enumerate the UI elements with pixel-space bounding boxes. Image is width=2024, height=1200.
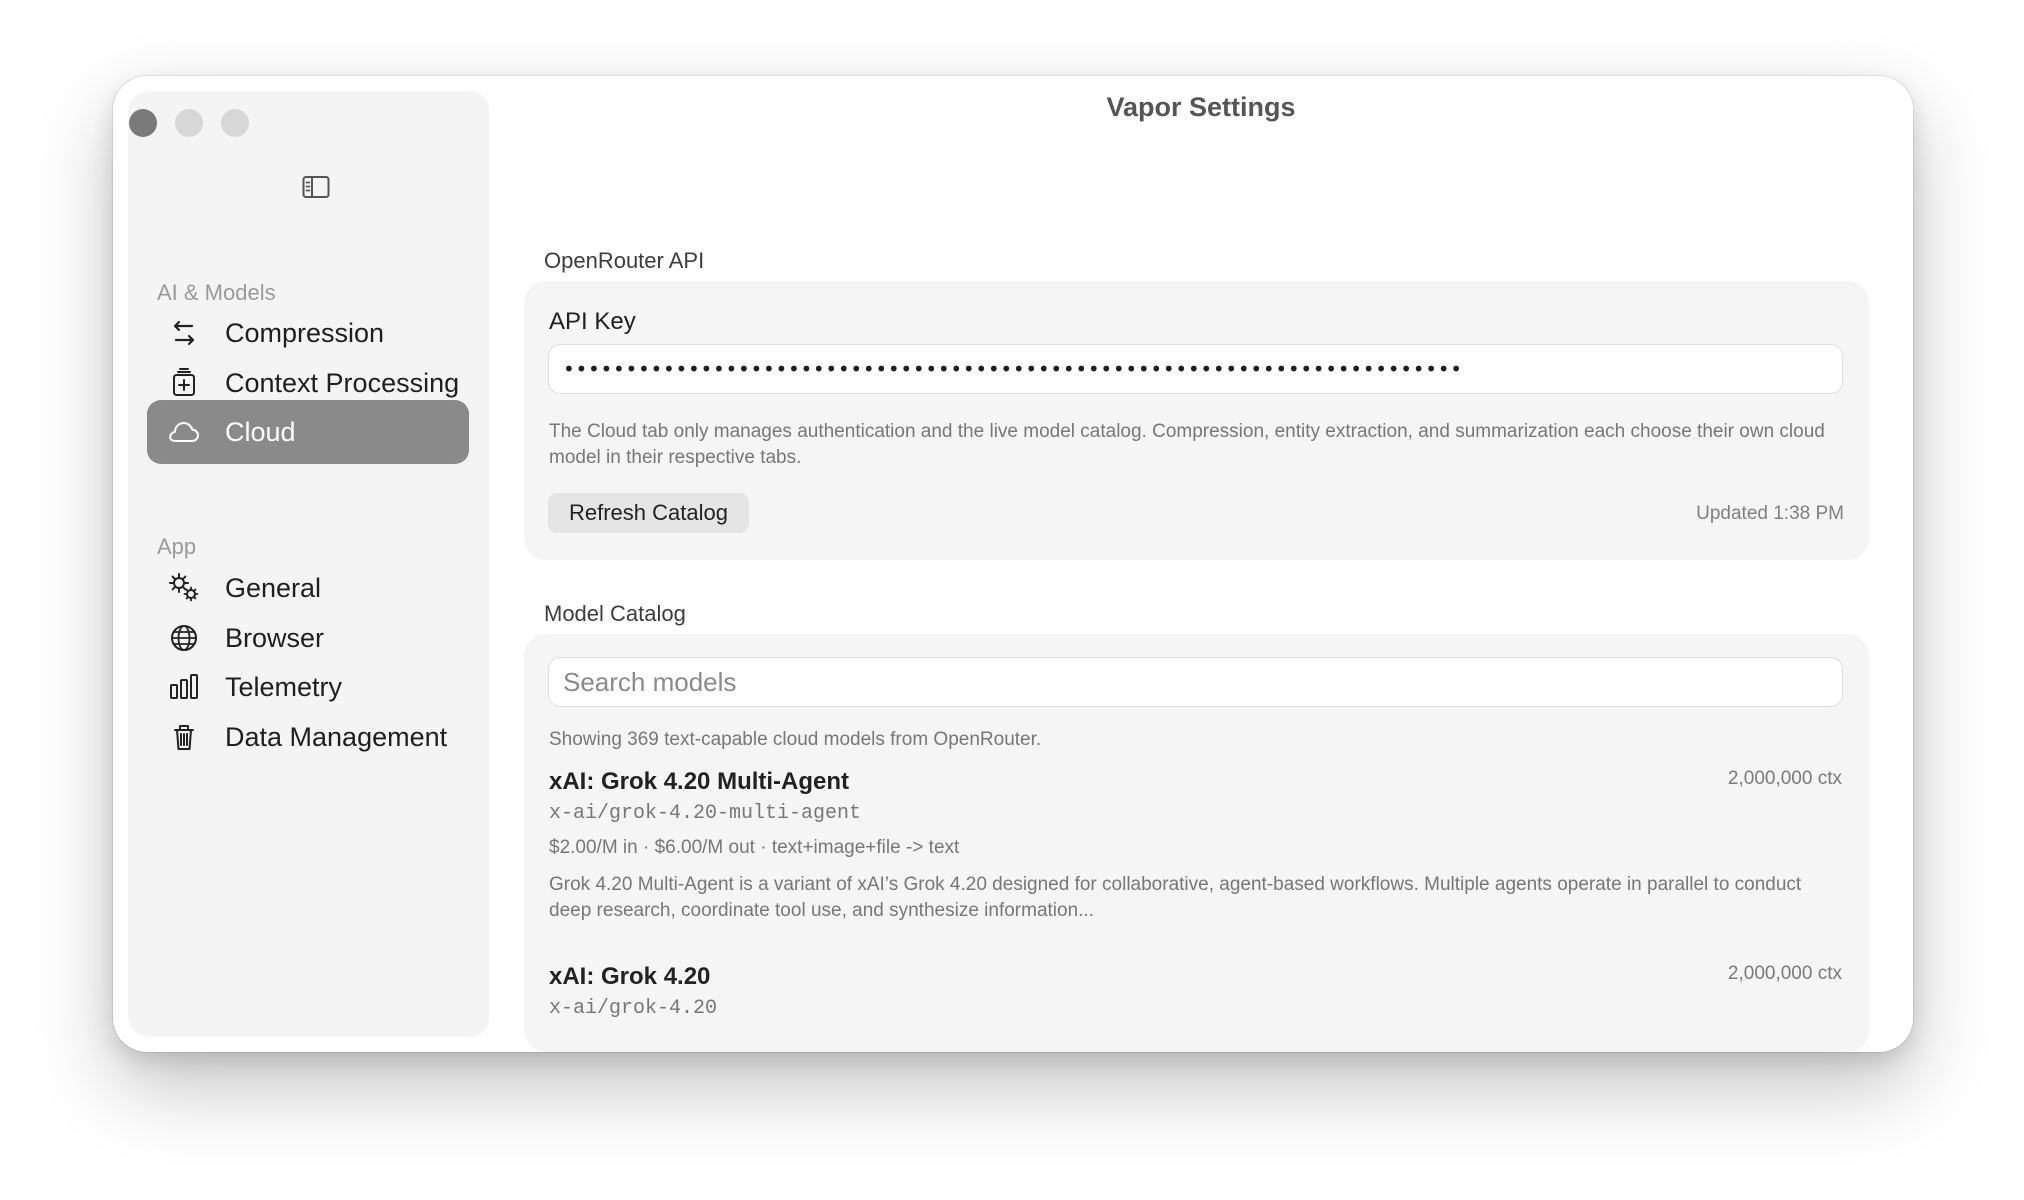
model-name: xAI: Grok 4.20 — [549, 963, 711, 990]
model-catalog-card: Showing 369 text-capable cloud models fr… — [524, 634, 1869, 1052]
model-name: xAI: Grok 4.20 Multi-Agent — [549, 768, 850, 795]
sidebar-item-label: Compression — [225, 317, 385, 348]
sidebar-toggle-icon[interactable] — [299, 170, 333, 204]
compression-arrows-icon — [167, 316, 201, 350]
catalog-summary: Showing 369 text-capable cloud models fr… — [549, 729, 1042, 750]
window-title: Vapor Settings — [1106, 92, 1296, 122]
close-window-button[interactable] — [129, 109, 157, 137]
catalog-updated-time: Updated 1:38 PM — [1696, 503, 1844, 524]
sidebar-item-label: Telemetry — [225, 671, 343, 702]
openrouter-api-card: API Key The Cloud tab only manages authe… — [524, 281, 1869, 560]
bar-chart-icon — [167, 670, 201, 704]
cloud-help-text: The Cloud tab only manages authenticatio… — [549, 421, 1825, 468]
gears-icon — [167, 571, 201, 605]
api-key-field[interactable] — [548, 344, 1843, 394]
model-catalog-section-label: Model Catalog — [544, 601, 686, 626]
sidebar-item-cloud[interactable]: Cloud — [147, 400, 469, 464]
sidebar: AI & Models Compression Context Processi… — [129, 92, 489, 1036]
openrouter-section-label: OpenRouter API — [544, 248, 705, 273]
sidebar-item-label: Data Management — [225, 721, 448, 752]
model-context: 2,000,000 ctx — [1727, 963, 1842, 984]
model-context: 2,000,000 ctx — [1727, 768, 1842, 789]
search-models-input[interactable] — [548, 657, 1843, 707]
model-id: x-ai/grok-4.20 — [549, 997, 718, 1020]
sidebar-item-label: General — [225, 572, 322, 603]
sidebar-item-label: Browser — [225, 622, 325, 653]
model-description: Grok 4.20 Multi-Agent is a variant of xA… — [549, 874, 1802, 921]
api-key-label: API Key — [549, 308, 636, 335]
sidebar-item-label: Cloud — [225, 416, 296, 447]
zoom-window-button[interactable] — [221, 109, 249, 137]
cloud-icon — [167, 415, 201, 449]
model-pricing: $2.00/M in · $6.00/M out · text+image+fi… — [549, 837, 960, 858]
context-processing-icon — [167, 366, 201, 400]
sidebar-item-data-management[interactable]: Data Management — [147, 705, 469, 769]
sidebar-item-label: Context Processing — [225, 367, 460, 398]
minimize-window-button[interactable] — [175, 109, 203, 137]
settings-content: Vapor Settings OpenRouter API API Key Th… — [489, 76, 1913, 1052]
model-id: x-ai/grok-4.20-multi-agent — [549, 802, 862, 825]
globe-icon — [167, 621, 201, 655]
trash-icon — [167, 720, 201, 754]
settings-window: AI & Models Compression Context Processi… — [113, 76, 1913, 1052]
window-controls — [129, 92, 489, 152]
refresh-catalog-button[interactable]: Refresh Catalog — [548, 493, 749, 533]
